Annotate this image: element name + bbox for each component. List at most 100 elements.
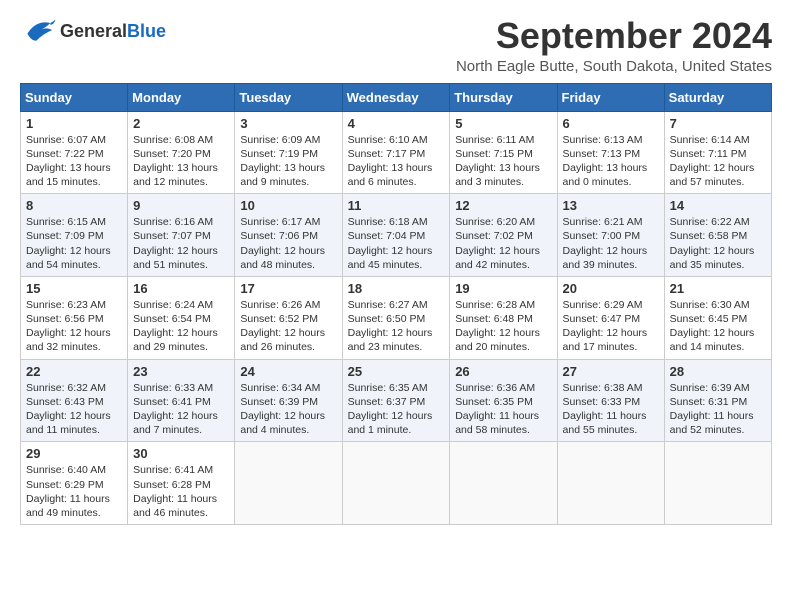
day-info: Sunrise: 6:28 AM Sunset: 6:48 PM Dayligh… (455, 298, 551, 355)
day-number: 25 (348, 364, 445, 379)
table-row: 8 Sunrise: 6:15 AM Sunset: 7:09 PM Daylig… (21, 194, 128, 277)
table-row: 27 Sunrise: 6:38 AM Sunset: 6:33 PM Dayli… (557, 359, 664, 442)
day-number: 4 (348, 116, 445, 131)
calendar-week-row: 1 Sunrise: 6:07 AM Sunset: 7:22 PM Daylig… (21, 111, 772, 194)
table-row: 18 Sunrise: 6:27 AM Sunset: 6:50 PM Dayli… (342, 276, 450, 359)
table-row: 12Sunrise: 6:20 AM Sunset: 7:02 PM Dayli… (450, 194, 557, 277)
table-row (664, 442, 771, 525)
day-info: Sunrise: 6:08 AM Sunset: 7:20 PM Dayligh… (133, 133, 229, 190)
day-number: 21 (670, 281, 766, 296)
day-number: 11 (348, 198, 445, 213)
day-info: Sunrise: 6:29 AM Sunset: 6:47 PM Dayligh… (563, 298, 659, 355)
col-wednesday: Wednesday (342, 83, 450, 111)
day-info: Sunrise: 6:38 AM Sunset: 6:33 PM Dayligh… (563, 381, 659, 438)
title-block: September 2024 North Eagle Butte, South … (456, 16, 772, 75)
day-info: Sunrise: 6:24 AM Sunset: 6:54 PM Dayligh… (133, 298, 229, 355)
table-row: 30Sunrise: 6:41 AM Sunset: 6:28 PM Dayli… (128, 442, 235, 525)
col-friday: Friday (557, 83, 664, 111)
day-info: Sunrise: 6:07 AM Sunset: 7:22 PM Dayligh… (26, 133, 122, 190)
table-row: 25 Sunrise: 6:35 AM Sunset: 6:37 PM Dayli… (342, 359, 450, 442)
day-info: Sunrise: 6:35 AM Sunset: 6:37 PM Dayligh… (348, 381, 445, 438)
day-info: Sunrise: 6:11 AM Sunset: 7:15 PM Dayligh… (455, 133, 551, 190)
table-row: 15 Sunrise: 6:23 AM Sunset: 6:56 PM Dayli… (21, 276, 128, 359)
table-row: 17 Sunrise: 6:26 AM Sunset: 6:52 PM Dayli… (235, 276, 342, 359)
day-number: 2 (133, 116, 229, 131)
table-row: 23 Sunrise: 6:33 AM Sunset: 6:41 PM Dayli… (128, 359, 235, 442)
day-number: 24 (240, 364, 336, 379)
day-number: 13 (563, 198, 659, 213)
day-info: Sunrise: 6:23 AM Sunset: 6:56 PM Dayligh… (26, 298, 122, 355)
day-info: Sunrise: 6:13 AM Sunset: 7:13 PM Dayligh… (563, 133, 659, 190)
day-info: Sunrise: 6:41 AM Sunset: 6:28 PM Dayligh… (133, 463, 229, 520)
day-info: Sunrise: 6:20 AM Sunset: 7:02 PM Dayligh… (455, 215, 551, 272)
day-info: Sunrise: 6:39 AM Sunset: 6:31 PM Dayligh… (670, 381, 766, 438)
day-number: 19 (455, 281, 551, 296)
day-number: 14 (670, 198, 766, 213)
col-thursday: Thursday (450, 83, 557, 111)
day-info: Sunrise: 6:18 AM Sunset: 7:04 PM Dayligh… (348, 215, 445, 272)
day-info: Sunrise: 6:36 AM Sunset: 6:35 PM Dayligh… (455, 381, 551, 438)
calendar-week-row: 22 Sunrise: 6:32 AM Sunset: 6:43 PM Dayli… (21, 359, 772, 442)
table-row (342, 442, 450, 525)
table-row: 3Sunrise: 6:09 AM Sunset: 7:19 PM Daylig… (235, 111, 342, 194)
calendar-week-row: 29 Sunrise: 6:40 AM Sunset: 6:29 PM Dayli… (21, 442, 772, 525)
day-info: Sunrise: 6:40 AM Sunset: 6:29 PM Dayligh… (26, 463, 122, 520)
calendar-header-row: Sunday Monday Tuesday Wednesday Thursday… (21, 83, 772, 111)
location-title: North Eagle Butte, South Dakota, United … (456, 58, 772, 75)
day-number: 1 (26, 116, 122, 131)
day-info: Sunrise: 6:16 AM Sunset: 7:07 PM Dayligh… (133, 215, 229, 272)
table-row: 19 Sunrise: 6:28 AM Sunset: 6:48 PM Dayli… (450, 276, 557, 359)
day-number: 28 (670, 364, 766, 379)
table-row (450, 442, 557, 525)
day-info: Sunrise: 6:33 AM Sunset: 6:41 PM Dayligh… (133, 381, 229, 438)
day-number: 9 (133, 198, 229, 213)
table-row: 24Sunrise: 6:34 AM Sunset: 6:39 PM Dayli… (235, 359, 342, 442)
day-number: 20 (563, 281, 659, 296)
table-row (235, 442, 342, 525)
col-tuesday: Tuesday (235, 83, 342, 111)
calendar-table: Sunday Monday Tuesday Wednesday Thursday… (20, 83, 772, 525)
day-info: Sunrise: 6:26 AM Sunset: 6:52 PM Dayligh… (240, 298, 336, 355)
day-number: 16 (133, 281, 229, 296)
day-number: 23 (133, 364, 229, 379)
table-row: 2 Sunrise: 6:08 AM Sunset: 7:20 PM Daylig… (128, 111, 235, 194)
logo-text: GeneralBlue (60, 21, 166, 42)
day-number: 8 (26, 198, 122, 213)
col-monday: Monday (128, 83, 235, 111)
day-number: 17 (240, 281, 336, 296)
day-number: 7 (670, 116, 766, 131)
day-info: Sunrise: 6:32 AM Sunset: 6:43 PM Dayligh… (26, 381, 122, 438)
table-row: 16 Sunrise: 6:24 AM Sunset: 6:54 PM Dayli… (128, 276, 235, 359)
day-info: Sunrise: 6:14 AM Sunset: 7:11 PM Dayligh… (670, 133, 766, 190)
day-number: 22 (26, 364, 122, 379)
day-number: 10 (240, 198, 336, 213)
calendar-week-row: 15 Sunrise: 6:23 AM Sunset: 6:56 PM Dayli… (21, 276, 772, 359)
day-info: Sunrise: 6:30 AM Sunset: 6:45 PM Dayligh… (670, 298, 766, 355)
day-number: 26 (455, 364, 551, 379)
day-number: 29 (26, 446, 122, 461)
day-info: Sunrise: 6:17 AM Sunset: 7:06 PM Dayligh… (240, 215, 336, 272)
table-row: 9 Sunrise: 6:16 AM Sunset: 7:07 PM Daylig… (128, 194, 235, 277)
table-row: 1 Sunrise: 6:07 AM Sunset: 7:22 PM Daylig… (21, 111, 128, 194)
table-row: 22 Sunrise: 6:32 AM Sunset: 6:43 PM Dayli… (21, 359, 128, 442)
col-sunday: Sunday (21, 83, 128, 111)
day-info: Sunrise: 6:27 AM Sunset: 6:50 PM Dayligh… (348, 298, 445, 355)
table-row: 26 Sunrise: 6:36 AM Sunset: 6:35 PM Dayli… (450, 359, 557, 442)
day-number: 5 (455, 116, 551, 131)
table-row: 14 Sunrise: 6:22 AM Sunset: 6:58 PM Dayli… (664, 194, 771, 277)
table-row: 13Sunrise: 6:21 AM Sunset: 7:00 PM Dayli… (557, 194, 664, 277)
logo-icon (20, 16, 56, 46)
day-number: 18 (348, 281, 445, 296)
day-info: Sunrise: 6:22 AM Sunset: 6:58 PM Dayligh… (670, 215, 766, 272)
day-number: 15 (26, 281, 122, 296)
col-saturday: Saturday (664, 83, 771, 111)
page-header: GeneralBlue September 2024 North Eagle B… (20, 16, 772, 75)
table-row: 4Sunrise: 6:10 AM Sunset: 7:17 PM Daylig… (342, 111, 450, 194)
day-info: Sunrise: 6:15 AM Sunset: 7:09 PM Dayligh… (26, 215, 122, 272)
table-row: 11 Sunrise: 6:18 AM Sunset: 7:04 PM Dayli… (342, 194, 450, 277)
table-row: 20 Sunrise: 6:29 AM Sunset: 6:47 PM Dayli… (557, 276, 664, 359)
table-row: 28 Sunrise: 6:39 AM Sunset: 6:31 PM Dayli… (664, 359, 771, 442)
table-row: 7 Sunrise: 6:14 AM Sunset: 7:11 PM Daylig… (664, 111, 771, 194)
table-row: 29 Sunrise: 6:40 AM Sunset: 6:29 PM Dayli… (21, 442, 128, 525)
day-number: 27 (563, 364, 659, 379)
